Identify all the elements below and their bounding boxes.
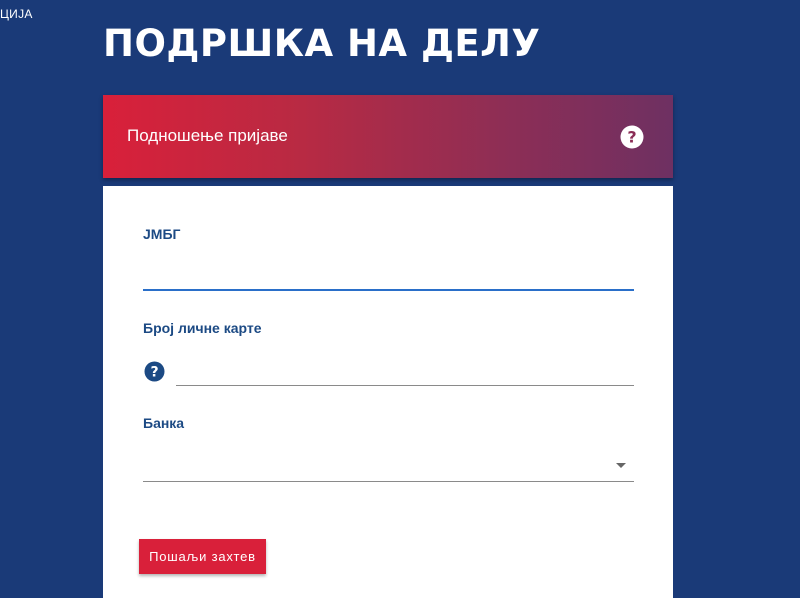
id-card-label: Број личне карте — [143, 320, 262, 336]
id-card-input[interactable] — [176, 356, 634, 384]
chevron-down-icon — [616, 463, 626, 468]
bank-underline — [143, 481, 634, 482]
card-header: Подношење пријаве ? — [103, 95, 673, 178]
bank-label: Банка — [143, 415, 185, 431]
bank-select[interactable] — [143, 446, 634, 480]
svg-text:?: ? — [150, 365, 158, 381]
page: ЦИЈА ПОДРШКА НА ДЕЛУ Подношење пријаве ?… — [0, 0, 800, 598]
submit-button[interactable]: Пошаљи захтев — [139, 539, 266, 574]
page-title: ПОДРШКА НА ДЕЛУ — [103, 22, 541, 65]
question-circle-icon[interactable]: ? — [620, 125, 644, 149]
question-circle-icon[interactable]: ? — [144, 361, 165, 382]
id-card-underline — [176, 385, 634, 386]
jmbg-label: ЈМБГ — [143, 226, 181, 242]
svg-text:?: ? — [627, 128, 636, 147]
card-header-title: Подношење пријаве — [127, 126, 288, 145]
jmbg-underline — [143, 289, 634, 291]
corner-nav-fragment[interactable]: ЦИЈА — [0, 7, 33, 21]
jmbg-input[interactable] — [143, 258, 634, 286]
request-form: ЈМБГ Број личне карте ? Банка Пошаљи зах… — [103, 186, 673, 598]
